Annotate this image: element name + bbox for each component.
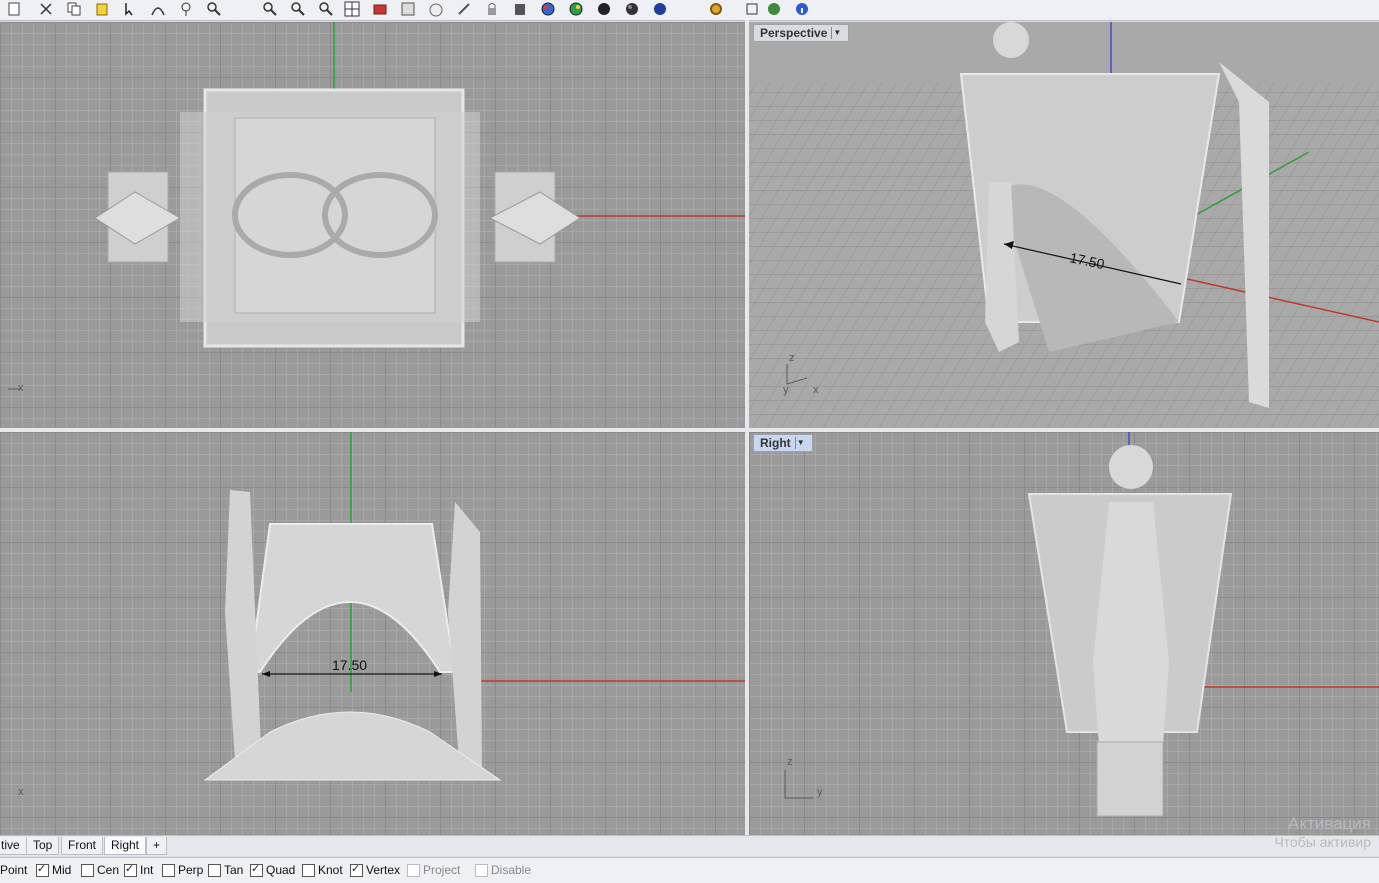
- zoom-window-icon[interactable]: [262, 1, 278, 17]
- osnap-cen[interactable]: Cen: [81, 863, 119, 877]
- scissors-icon[interactable]: [38, 1, 54, 17]
- front-view-model: 17.50: [203, 432, 745, 781]
- add-viewport-tab[interactable]: +: [146, 837, 168, 855]
- paint-icon[interactable]: [456, 1, 472, 17]
- paste-icon[interactable]: [94, 1, 110, 17]
- viewport-divider-horizontal[interactable]: [0, 428, 1379, 432]
- viewport-label-perspective[interactable]: Perspective ▼: [753, 24, 850, 42]
- tab-perspective[interactable]: tive: [0, 837, 27, 855]
- info-icon[interactable]: [794, 1, 810, 17]
- blue-sphere-icon[interactable]: [652, 1, 668, 17]
- osnap-bar: Point Mid Cen Int Perp Tan Quad Knot Ver…: [0, 857, 1379, 883]
- checkbox[interactable]: [162, 863, 175, 877]
- checkbox[interactable]: [407, 863, 420, 877]
- dark-sphere-icon-2[interactable]: [624, 1, 640, 17]
- lock-icon[interactable]: [484, 1, 500, 17]
- viewport-label-text: Right: [760, 436, 791, 450]
- viewport-right[interactable]: Right ▼ z y: [749, 432, 1379, 835]
- osnap-int[interactable]: Int: [124, 862, 154, 877]
- watermark-line1: Активация: [1288, 814, 1371, 833]
- osnap-label: Int: [140, 863, 154, 877]
- checkbox[interactable]: [250, 862, 263, 877]
- checkbox[interactable]: [81, 863, 94, 877]
- osnap-label: Point: [0, 863, 28, 877]
- axis-z-label: z: [787, 756, 793, 768]
- osnap-label: Perp: [178, 863, 204, 877]
- osnap-label: Tan: [224, 863, 244, 877]
- copy-icon[interactable]: [66, 1, 82, 17]
- osnap-knot[interactable]: Knot: [302, 863, 343, 877]
- tab-front[interactable]: Front: [61, 837, 104, 855]
- render-icon[interactable]: [372, 1, 388, 17]
- osnap-label: Vertex: [366, 863, 401, 877]
- shade-icon[interactable]: [512, 1, 528, 17]
- osnap-label: Quad: [266, 863, 296, 877]
- curve-icon[interactable]: [150, 1, 166, 17]
- right-view-model: [784, 432, 1379, 817]
- osnap-quad[interactable]: Quad: [250, 862, 296, 877]
- four-view-icon[interactable]: [344, 1, 360, 17]
- toolbar: [0, 0, 1379, 21]
- osnap-label: Knot: [318, 863, 343, 877]
- osnap-disable[interactable]: Disable: [475, 863, 531, 877]
- gear-icon[interactable]: [708, 1, 724, 17]
- axis-x-label: x: [18, 382, 24, 394]
- axis-y-label: y: [817, 786, 823, 798]
- viewport-front[interactable]: 17.50 x: [0, 432, 745, 835]
- viewport-top[interactable]: x: [0, 22, 745, 428]
- viewport-label-text: Perspective: [760, 26, 828, 40]
- osnap-point[interactable]: Point: [0, 863, 27, 877]
- zoom-selected-icon[interactable]: [318, 1, 334, 17]
- watermark-line2: Чтобы активир: [1274, 834, 1371, 850]
- osnap-label: Cen: [97, 863, 120, 877]
- osnap-label: Disable: [491, 863, 532, 877]
- new-icon[interactable]: [6, 1, 22, 17]
- chevron-down-icon[interactable]: ▼: [794, 437, 806, 449]
- properties-icon[interactable]: [400, 1, 416, 17]
- viewport-label-right[interactable]: Right ▼: [753, 434, 813, 452]
- checkbox[interactable]: [208, 863, 221, 877]
- arrow-icon[interactable]: [122, 1, 138, 17]
- layer-icon[interactable]: [744, 1, 760, 17]
- osnap-vertex[interactable]: Vertex: [350, 862, 401, 877]
- front-dimension: 17.50: [332, 657, 367, 673]
- perspective-model: 17.50: [749, 22, 1379, 428]
- checkbox[interactable]: [302, 863, 315, 877]
- zoom-icon[interactable]: [206, 1, 222, 17]
- osnap-mid[interactable]: Mid: [36, 862, 72, 877]
- tab-top[interactable]: Top: [26, 837, 60, 855]
- viewport-tabs: tive Top Front Right +: [0, 835, 1379, 856]
- top-view-model: [8, 22, 745, 390]
- zoom-extents-icon[interactable]: [290, 1, 306, 17]
- pin-icon[interactable]: [178, 1, 194, 17]
- tab-right[interactable]: Right: [104, 837, 147, 855]
- viewport-perspective[interactable]: 17.50 Perspective ▼ z x y: [749, 22, 1379, 428]
- osnap-label: Mid: [52, 863, 72, 877]
- globe-icon[interactable]: [766, 1, 782, 17]
- chevron-down-icon[interactable]: ▼: [831, 27, 842, 39]
- checkbox[interactable]: [124, 862, 137, 877]
- osnap-tan[interactable]: Tan: [208, 863, 243, 877]
- axis-z-label: z: [789, 352, 795, 364]
- checkbox[interactable]: [350, 862, 363, 877]
- sphere-icon[interactable]: [428, 1, 444, 17]
- activation-watermark: Активация Чтобы активир: [1274, 814, 1371, 852]
- axis-x-label: x: [18, 786, 24, 798]
- dark-sphere-icon[interactable]: [596, 1, 612, 17]
- osnap-perp[interactable]: Perp: [162, 863, 203, 877]
- osnap-label: Project: [423, 863, 461, 877]
- render-globe-icon[interactable]: [540, 1, 556, 17]
- material-icon[interactable]: [568, 1, 584, 17]
- axis-y-label: y: [783, 384, 789, 396]
- checkbox[interactable]: [36, 862, 49, 877]
- axis-x-label: x: [813, 384, 819, 396]
- checkbox[interactable]: [475, 863, 488, 877]
- osnap-project[interactable]: Project: [407, 863, 460, 877]
